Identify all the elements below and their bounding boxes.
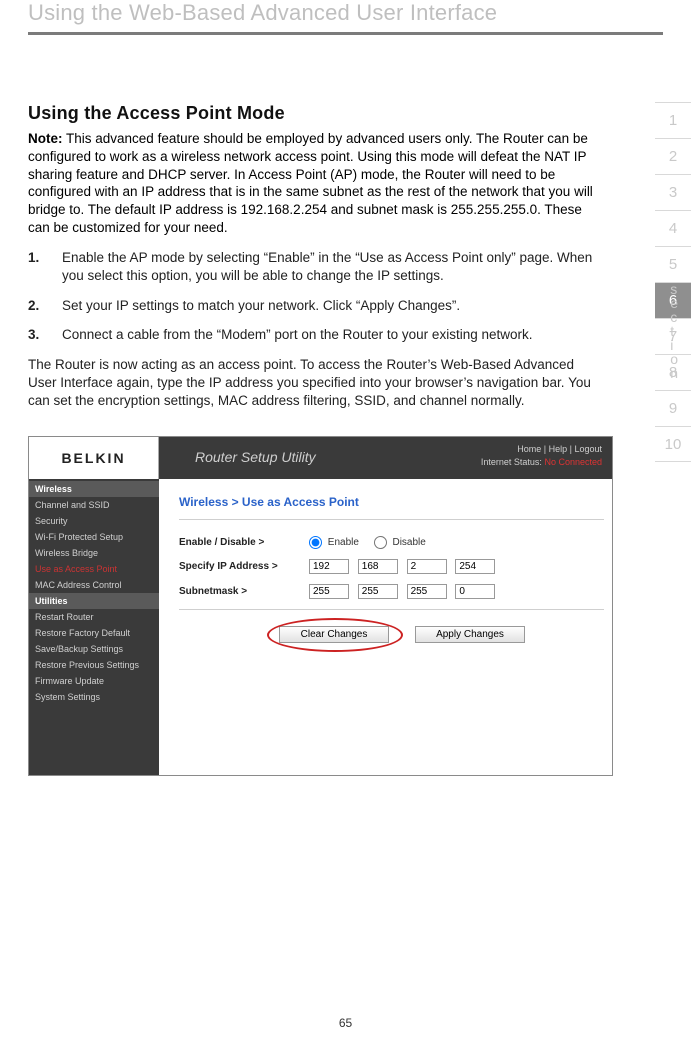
router-form: Enable / Disable > Enable Disable Speci xyxy=(179,536,604,643)
router-screenshot: BELKIN Router Setup Utility Home | Help … xyxy=(28,436,613,776)
section-vertical-label: section xyxy=(670,282,681,380)
header-rule xyxy=(28,32,663,35)
step-1: 1. Enable the AP mode by selecting “Enab… xyxy=(28,249,603,285)
sidebar-item-restart[interactable]: Restart Router xyxy=(29,609,159,625)
enable-label: Enable / Disable > xyxy=(179,537,309,548)
sidebar-item-mac-control[interactable]: MAC Address Control xyxy=(29,577,159,593)
router-utility-title: Router Setup Utility xyxy=(195,449,316,465)
step-2: 2. Set your IP settings to match your ne… xyxy=(28,297,603,315)
clear-changes-highlight: Clear Changes xyxy=(279,626,389,643)
router-logo: BELKIN xyxy=(29,437,159,479)
note-label: Note: xyxy=(28,131,63,146)
page-number: 65 xyxy=(0,1016,691,1030)
sidebar-item-firmware[interactable]: Firmware Update xyxy=(29,673,159,689)
ip-label: Specify IP Address > xyxy=(179,561,309,572)
page-content: Using the Access Point Mode Note: This a… xyxy=(28,103,663,776)
subnet-octet-4[interactable] xyxy=(455,584,495,599)
router-top-links[interactable]: Home | Help | Logout xyxy=(517,444,602,454)
subnet-inputs xyxy=(309,584,501,599)
step-num: 3. xyxy=(28,326,44,344)
step-text: Enable the AP mode by selecting “Enable”… xyxy=(62,249,603,285)
note-block: Note: This advanced feature should be em… xyxy=(28,130,603,237)
radio-enable-text: Enable xyxy=(328,537,359,548)
section-heading: Using the Access Point Mode xyxy=(28,103,603,124)
row-ip: Specify IP Address > xyxy=(179,559,604,574)
sidebar-item-system[interactable]: System Settings xyxy=(29,689,159,705)
subnet-octet-1[interactable] xyxy=(309,584,349,599)
page-header-title: Using the Web-Based Advanced User Interf… xyxy=(28,0,663,26)
steps-list: 1. Enable the AP mode by selecting “Enab… xyxy=(28,249,603,344)
radio-disable-input[interactable] xyxy=(374,536,387,549)
subnet-octet-3[interactable] xyxy=(407,584,447,599)
sidebar-item-restore-default[interactable]: Restore Factory Default xyxy=(29,625,159,641)
radio-enable[interactable]: Enable xyxy=(309,537,362,548)
router-main: Wireless > Use as Access Point Enable / … xyxy=(159,479,612,775)
router-status-value: No Connected xyxy=(544,457,602,467)
ip-octet-2[interactable] xyxy=(358,559,398,574)
step-text: Connect a cable from the “Modem” port on… xyxy=(62,326,532,344)
subnet-octet-2[interactable] xyxy=(358,584,398,599)
router-divider xyxy=(179,519,604,520)
subnet-label: Subnetmask > xyxy=(179,586,309,597)
after-text: The Router is now acting as an access po… xyxy=(28,356,603,409)
clear-changes-button[interactable]: Clear Changes xyxy=(279,626,389,643)
radio-enable-input[interactable] xyxy=(309,536,322,549)
step-3: 3. Connect a cable from the “Modem” port… xyxy=(28,326,603,344)
sidebar-item-use-as-ap[interactable]: Use as Access Point xyxy=(29,561,159,577)
step-num: 1. xyxy=(28,249,44,285)
sidebar-item-channel-ssid[interactable]: Channel and SSID xyxy=(29,497,159,513)
sidebar-group-utilities: Utilities xyxy=(29,593,159,609)
ip-octet-3[interactable] xyxy=(407,559,447,574)
row-subnet: Subnetmask > xyxy=(179,584,604,599)
ip-octet-4[interactable] xyxy=(455,559,495,574)
ip-octet-1[interactable] xyxy=(309,559,349,574)
router-divider-2 xyxy=(179,609,604,610)
sidebar-item-wireless-bridge[interactable]: Wireless Bridge xyxy=(29,545,159,561)
router-buttons: Clear Changes Apply Changes xyxy=(279,626,604,643)
radio-disable-text: Disable xyxy=(392,537,425,548)
router-status-label: Internet Status: xyxy=(481,457,542,467)
step-text: Set your IP settings to match your netwo… xyxy=(62,297,460,315)
step-num: 2. xyxy=(28,297,44,315)
router-status: Internet Status: No Connected xyxy=(481,457,602,467)
router-breadcrumb: Wireless > Use as Access Point xyxy=(179,489,604,515)
apply-changes-button[interactable]: Apply Changes xyxy=(415,626,525,643)
router-header: Router Setup Utility Home | Help | Logou… xyxy=(159,437,612,479)
sidebar-item-wps[interactable]: Wi-Fi Protected Setup xyxy=(29,529,159,545)
router-sidebar: Wireless Channel and SSID Security Wi-Fi… xyxy=(29,479,159,775)
radio-disable[interactable]: Disable xyxy=(374,537,426,548)
sidebar-item-save-backup[interactable]: Save/Backup Settings xyxy=(29,641,159,657)
ip-inputs xyxy=(309,559,501,574)
sidebar-item-security[interactable]: Security xyxy=(29,513,159,529)
enable-radio-group: Enable Disable xyxy=(309,536,438,549)
sidebar-item-restore-prev[interactable]: Restore Previous Settings xyxy=(29,657,159,673)
note-body: This advanced feature should be employed… xyxy=(28,131,593,235)
sidebar-group-wireless: Wireless xyxy=(29,481,159,497)
row-enable: Enable / Disable > Enable Disable xyxy=(179,536,604,549)
